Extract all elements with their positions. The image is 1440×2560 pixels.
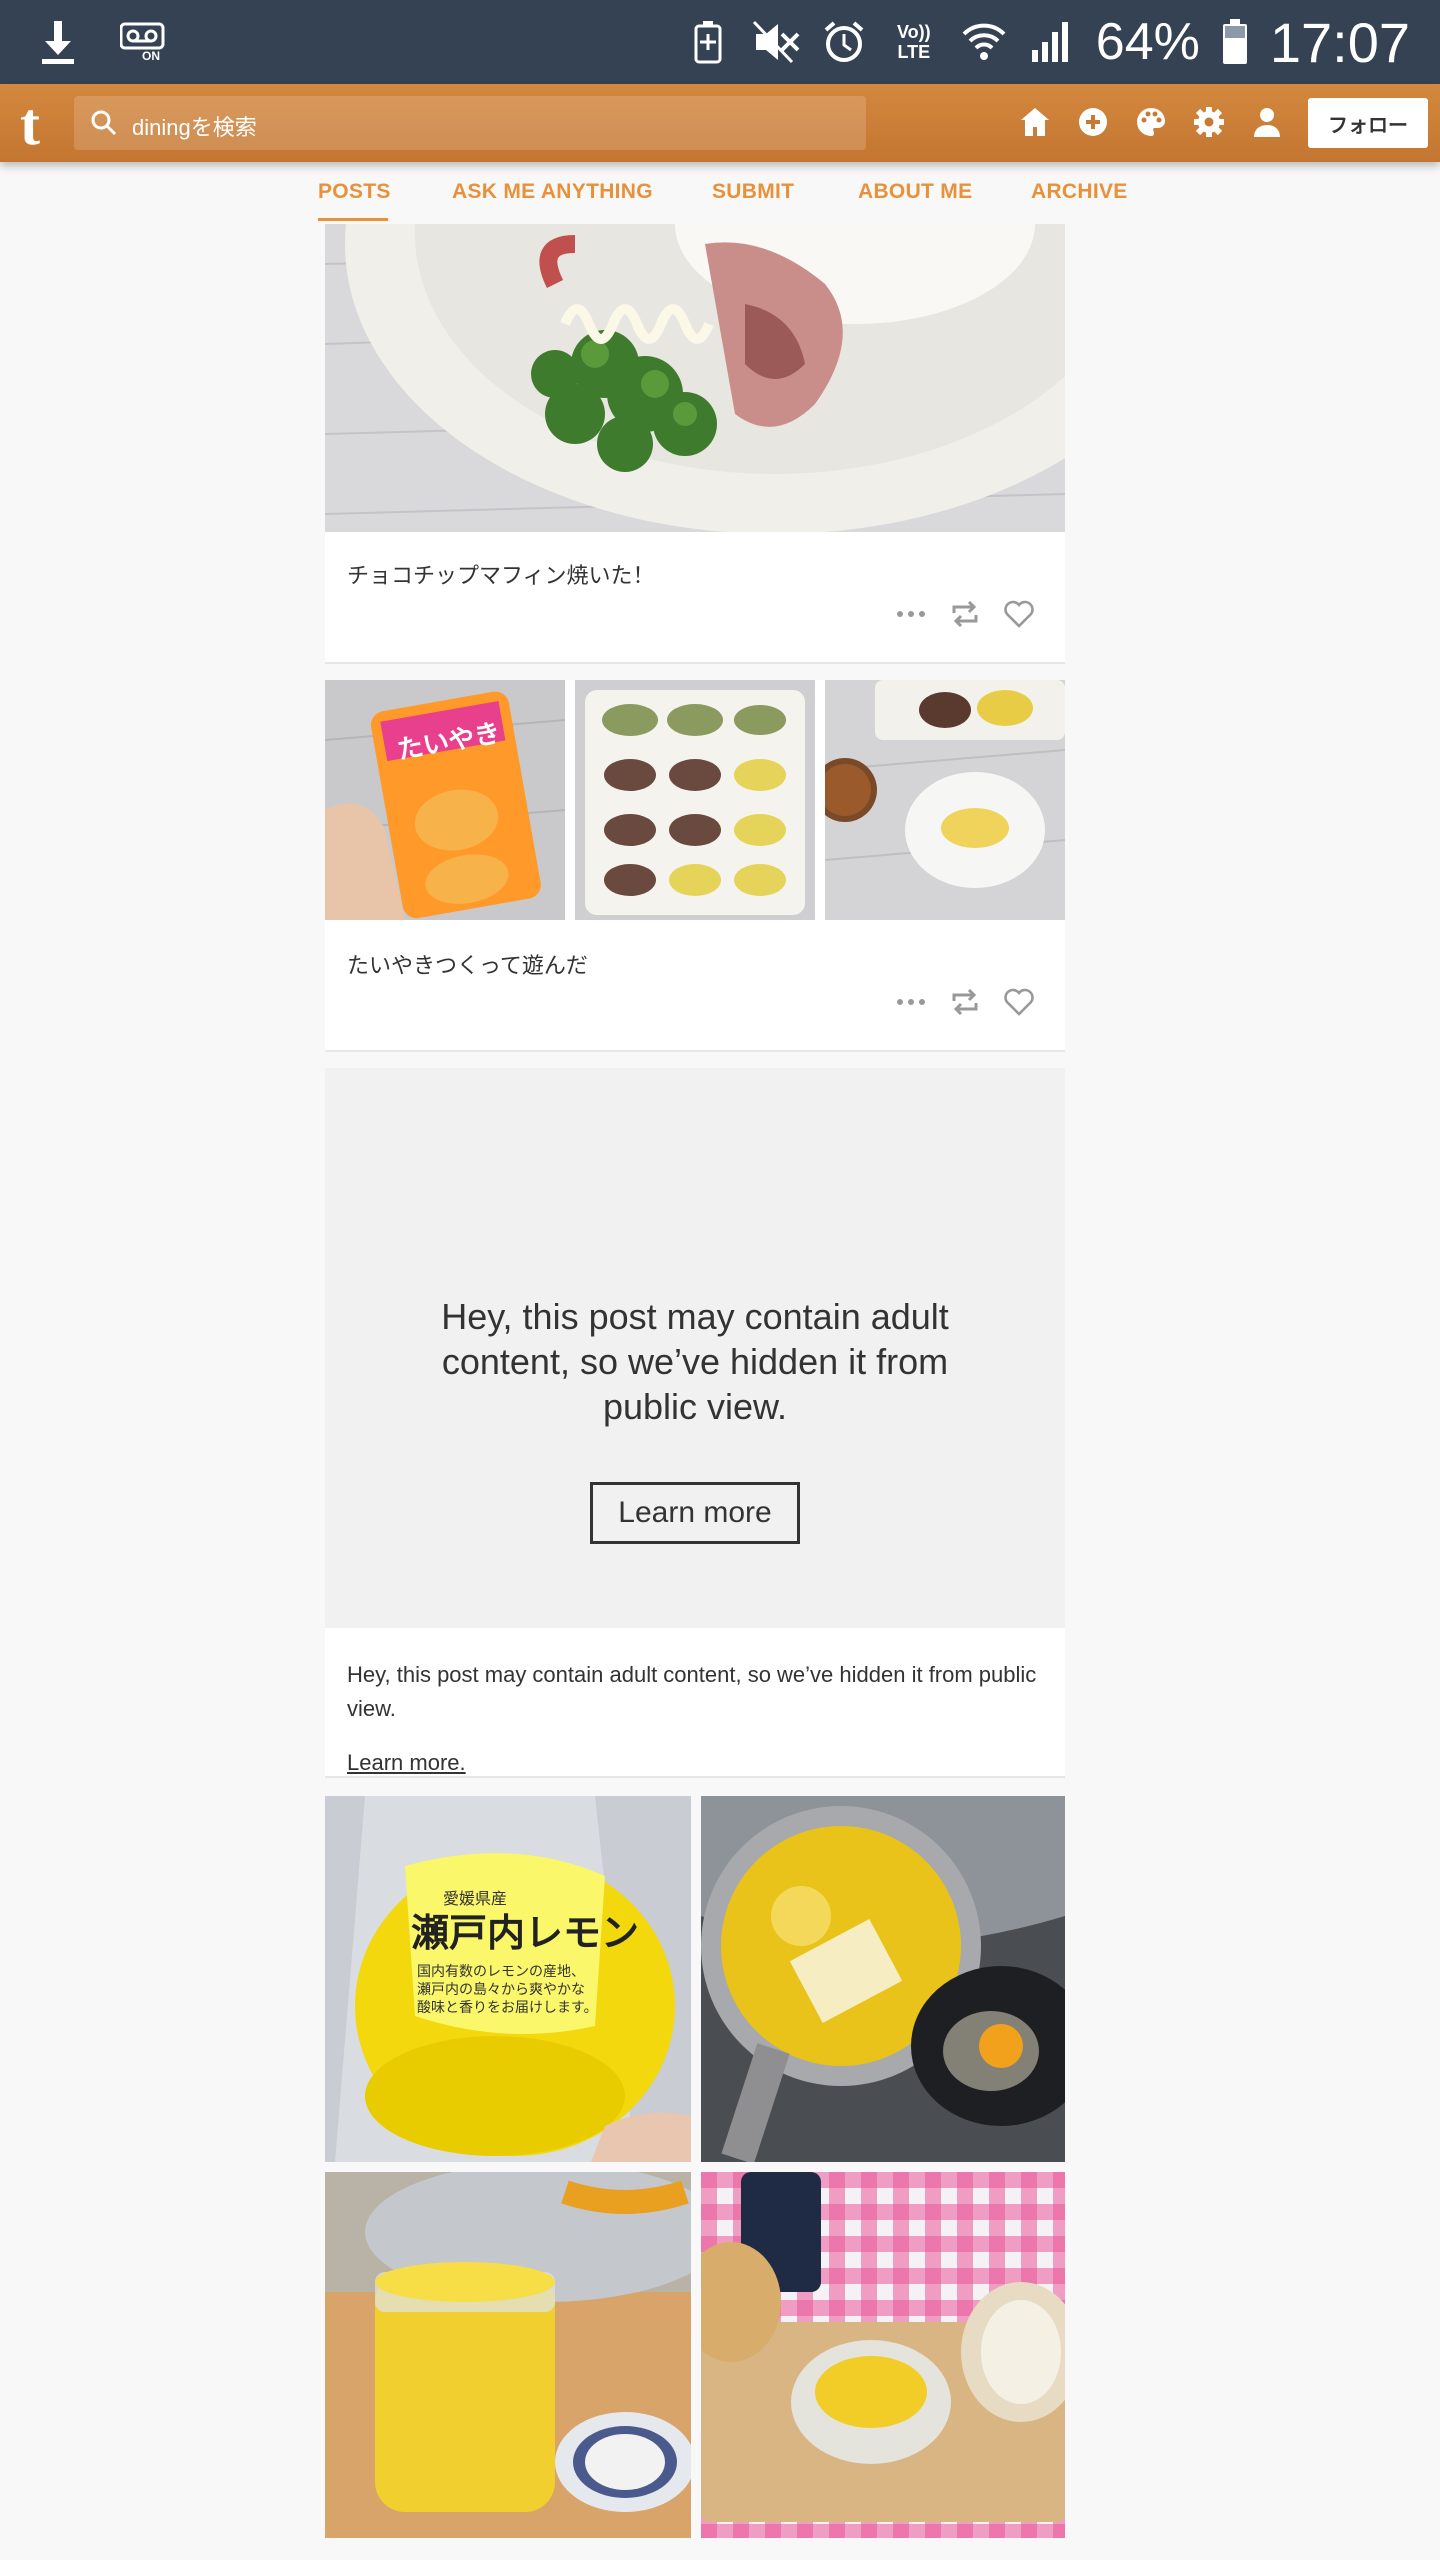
tumblr-logo[interactable]: t — [20, 90, 60, 157]
taiyaki-tea-photo[interactable] — [825, 680, 1065, 920]
search-placeholder: diningを検索 — [132, 115, 257, 140]
follow-button[interactable]: フォロー — [1308, 98, 1428, 148]
package-product-name: 瀬戸内レモン — [411, 1911, 639, 1955]
package-origin-text: 愛媛県産 — [443, 1889, 507, 1908]
reblog-icon[interactable] — [949, 598, 981, 630]
svg-text:ON: ON — [142, 49, 160, 62]
more-icon[interactable] — [895, 598, 927, 630]
wifi-icon — [960, 18, 1008, 66]
tab-about-me[interactable]: ABOUT ME — [858, 180, 972, 204]
lemon-curd-jar-photo[interactable] — [325, 2172, 691, 2538]
battery-saver-icon — [684, 18, 732, 66]
mute-icon — [752, 18, 800, 66]
package-desc-line-3: 酸味と香りをお届けします。 — [417, 2000, 598, 2016]
hidden-post-text: Hey, this post may contain adult content… — [347, 1662, 1037, 1721]
active-tab-indicator — [318, 218, 388, 221]
reblog-icon[interactable] — [949, 986, 981, 1018]
alarm-icon — [820, 18, 868, 66]
search-input[interactable]: diningを検索 — [74, 96, 866, 150]
post-card: たいやき たいやきつくって遊んだ — [325, 680, 1065, 1052]
more-icon[interactable] — [895, 986, 927, 1018]
download-icon — [34, 18, 82, 66]
learn-more-button[interactable]: Learn more — [590, 1482, 800, 1544]
hidden-content-overlay: Hey, this post may contain adult content… — [325, 1068, 1065, 1628]
post-caption: たいやきつくって遊んだ — [347, 953, 588, 978]
blog-header: t diningを検索 フォロー — [0, 84, 1440, 162]
learn-more-link[interactable]: Learn more. — [347, 1750, 466, 1776]
volte-label: Vo)) LTE — [896, 22, 931, 62]
tab-submit[interactable]: SUBMIT — [712, 180, 794, 204]
plate-broccoli-bacon-photo[interactable] — [325, 224, 1065, 532]
post-caption: チョコチップマフィン焼いた！ — [347, 563, 655, 588]
status-bar: ON Vo)) LTE 64% 17:07 — [0, 0, 1440, 84]
palette-icon[interactable] — [1132, 102, 1170, 142]
account-icon[interactable] — [1248, 102, 1286, 142]
clock: 17:07 — [1269, 10, 1410, 74]
tab-ask-me-anything[interactable]: ASK ME ANYTHING — [452, 180, 653, 204]
like-heart-icon[interactable] — [1003, 598, 1035, 630]
package-desc-line-2: 瀬戸内の島々から爽やかな — [417, 1982, 585, 1998]
post-card: チョコチップマフィン焼いた！ — [325, 224, 1065, 664]
taiyaki-mold-photo[interactable]: たいやき — [325, 680, 565, 920]
hidden-content-message: Hey, this post may contain adult content… — [441, 1296, 949, 1427]
compose-icon[interactable] — [1074, 102, 1112, 142]
search-icon — [90, 109, 118, 137]
signal-icon — [1028, 18, 1076, 66]
volte-icon: Vo)) LTE — [888, 18, 940, 66]
lemon-curd-bread-photo[interactable] — [701, 2172, 1065, 2538]
voicemail-icon: ON — [120, 18, 168, 66]
like-heart-icon[interactable] — [1003, 986, 1035, 1018]
tab-posts[interactable]: POSTS — [318, 180, 391, 204]
butter-pan-egg-photo[interactable] — [701, 1796, 1065, 2162]
blog-nav: POSTS ASK ME ANYTHING SUBMIT ABOUT ME AR… — [0, 162, 1440, 224]
home-icon[interactable] — [1016, 102, 1054, 142]
package-desc-line-1: 国内有数のレモンの産地、 — [417, 1964, 585, 1980]
tab-archive[interactable]: ARCHIVE — [1031, 180, 1128, 204]
hidden-post-card: Hey, this post may contain adult content… — [325, 1068, 1065, 1778]
battery-percent: 64% — [1095, 13, 1200, 71]
lemon-package-photo[interactable]: 愛媛県産 瀬戸内レモン 国内有数のレモンの産地、 瀬戸内の島々から爽やかな 酸味… — [325, 1796, 691, 2162]
photoset-post: 愛媛県産 瀬戸内レモン 国内有数のレモンの産地、 瀬戸内の島々から爽やかな 酸味… — [325, 1796, 1065, 2560]
battery-icon — [1220, 18, 1250, 66]
taiyaki-plate-photo[interactable] — [575, 680, 815, 920]
settings-icon[interactable] — [1190, 102, 1228, 142]
